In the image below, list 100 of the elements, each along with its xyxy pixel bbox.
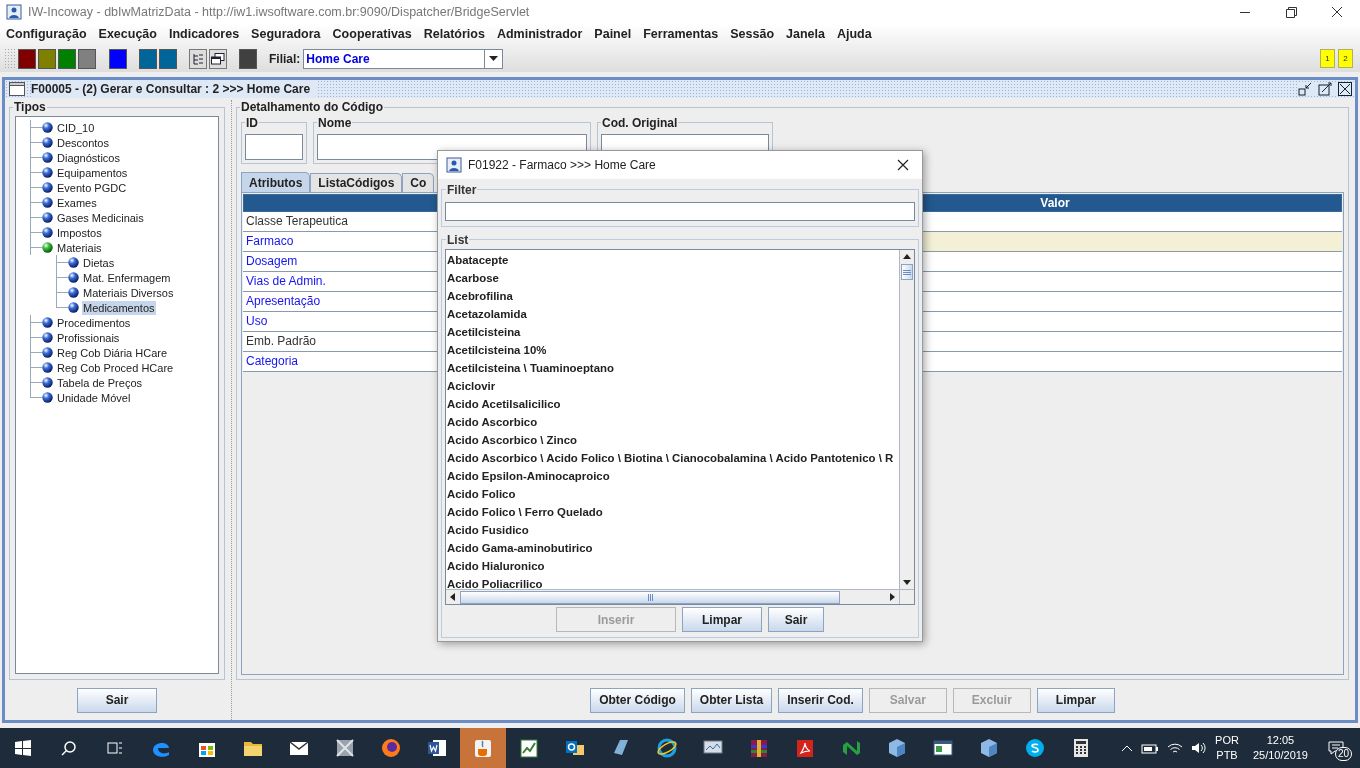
color-button[interactable] [239,48,257,69]
tree-item[interactable]: Diagnósticos [56,150,121,165]
list-item[interactable]: Acido Ascorbico [447,413,538,431]
list-item[interactable]: Acido Poliacrilico [447,575,543,589]
menu-item[interactable]: Indicadores [168,25,240,44]
window-icon[interactable] [932,737,954,759]
scroll-thumb[interactable] [901,264,913,280]
clock-date[interactable]: 25/10/2019 [1252,748,1308,763]
cube-icon[interactable] [978,737,1000,759]
tree-item[interactable]: Equipamentos [56,165,129,180]
maximize-frame-icon[interactable] [1318,82,1332,96]
color-button[interactable] [109,48,127,69]
tree-item[interactable]: Evento PGDC [56,180,128,195]
action-button[interactable]: Limpar [1036,687,1115,713]
tree-item[interactable]: Profissionais [56,330,121,345]
tree-item[interactable]: Reg Cob Proced HCare [56,360,175,375]
coffee-cup-icon[interactable] [472,737,494,759]
chart-icon[interactable] [518,737,540,759]
page-button[interactable]: 1 [1320,49,1335,68]
tree-item[interactable]: Unidade Móvel [56,390,132,405]
tree-item[interactable]: Reg Cob Diária HCare [56,345,169,360]
action-button[interactable]: Inserir Cod. [778,687,863,713]
keyboard-layout[interactable]: PTB [1216,748,1238,763]
tree-view-button[interactable] [189,48,207,69]
tree-item[interactable]: Materiais Diversos [82,285,175,300]
windows-button[interactable] [209,48,227,69]
list-item[interactable]: Abatacepte [447,251,509,269]
color-button[interactable] [139,48,157,69]
menu-item[interactable]: Seguradora [251,25,321,44]
search-icon[interactable] [61,740,77,756]
text-field[interactable] [245,134,303,160]
list-item[interactable]: Acido Epsilon-Aminocaproico [447,467,610,485]
clock-time[interactable]: 12:05 [1266,733,1295,748]
color-button[interactable] [78,48,96,69]
page-button[interactable]: 2 [1338,49,1353,68]
tree-item[interactable]: Dietas [82,255,116,270]
battery-icon[interactable] [1141,742,1160,754]
tree-item[interactable]: Gases Medicinais [56,210,145,225]
filial-dropdown[interactable]: Home Care [303,48,504,69]
color-button[interactable] [159,48,177,69]
tree-item[interactable]: Procedimentos [56,315,132,330]
action-button[interactable]: Limpar [682,607,762,632]
menu-item[interactable]: Configuração [6,25,87,44]
menu-item[interactable]: Relatórios [423,25,485,44]
list-item[interactable]: Acetazolamida [447,305,527,323]
menu-item[interactable]: Ajuda [836,25,872,44]
menu-item[interactable]: Sessão [730,25,774,44]
tree-item[interactable]: Medicamentos [82,300,156,315]
menu-item[interactable]: Ferramentas [643,25,719,44]
close-frame-icon[interactable] [1338,82,1352,96]
action-button[interactable]: Obter Código [590,687,685,713]
tab[interactable]: ListaCódigos [310,173,403,192]
task-view-icon[interactable] [107,740,123,756]
tree-item[interactable]: Mat. Enfermagem [82,270,172,285]
tab[interactable]: Co [402,173,435,192]
list-item[interactable]: Acetilcisteina \ Tuaminoeptano [447,359,614,377]
list-item[interactable]: Acido Ascorbico \ Acido Folico \ Biotina \ Cianocobalamina \ Acido Pantotenico \ R [447,449,894,467]
minimize-frame-icon[interactable] [1298,82,1312,96]
menu-item[interactable]: Execução [98,25,157,44]
tab[interactable]: Atributos [241,172,311,192]
menu-item[interactable]: Painel [594,25,632,44]
scroll-thumb[interactable] [460,590,840,604]
list-item[interactable]: Acebrofilina [447,287,513,305]
skype-icon[interactable] [1024,737,1046,759]
language-indicator[interactable]: POR [1215,733,1239,748]
menu-item[interactable]: Cooperativas [332,25,412,44]
tree-item[interactable]: CID_10 [56,120,96,135]
action-button[interactable]: Sair [77,687,157,713]
internet-explorer-icon[interactable] [656,737,678,759]
action-button[interactable]: Obter Lista [690,687,773,713]
list-item[interactable]: Acido Folico [447,485,516,503]
tree-item[interactable]: Descontos [56,135,110,150]
list-item[interactable]: Acarbose [447,269,499,287]
list-item[interactable]: Acetilcisteina [447,323,521,341]
windows-logo-icon[interactable] [15,740,31,756]
tree-item[interactable]: Tabela de Preços [56,375,143,390]
list-item[interactable]: Acido Folico \ Ferro Quelado [447,503,603,521]
tree-item[interactable]: Materiais [56,240,103,255]
color-button[interactable] [18,48,36,69]
color-button[interactable] [58,48,76,69]
firefox-icon[interactable] [380,737,402,759]
tree-item[interactable]: Exames [56,195,98,210]
list-item[interactable]: Acido Ascorbico \ Zinco [447,431,577,449]
list-item[interactable]: Acido Fusidico [447,521,529,539]
menu-item[interactable]: Janela [786,25,825,44]
word-icon[interactable] [426,737,448,759]
list-item[interactable]: Acido Gama-aminobutirico [447,539,593,557]
list-item[interactable]: Aciclovir [447,377,496,395]
cube-icon[interactable] [886,737,908,759]
filter-field[interactable] [445,201,915,221]
action-button[interactable]: Sair [768,607,824,632]
pdf-icon[interactable] [794,737,816,759]
list-item[interactable]: Acetilcisteina 10% [447,341,547,359]
chevron-up-icon[interactable] [1121,744,1134,752]
archive-icon[interactable] [748,737,770,759]
vertical-scrollbar[interactable] [899,250,914,589]
speaker-icon[interactable] [1191,742,1208,754]
tree-item[interactable]: Impostos [56,225,103,240]
horizontal-scrollbar[interactable] [446,589,914,604]
wifi-icon[interactable] [1167,742,1184,754]
